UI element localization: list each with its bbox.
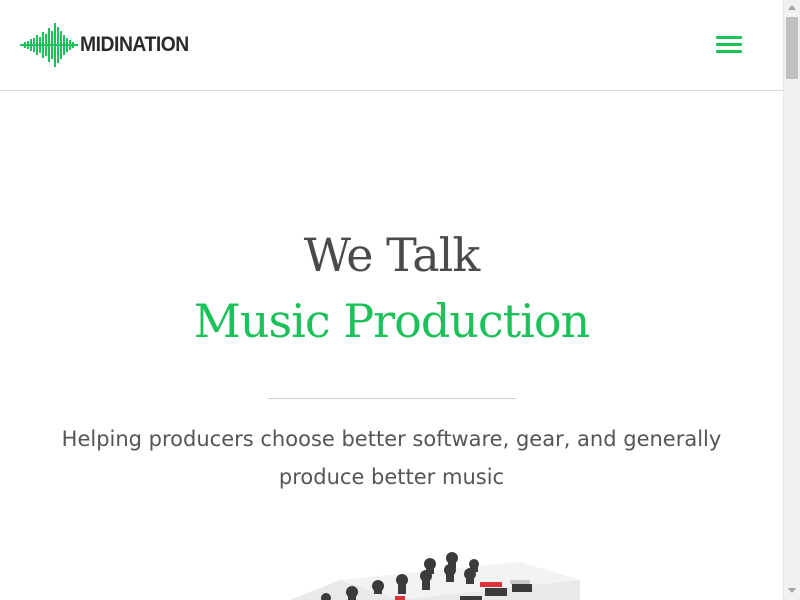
- scroll-up-arrow-icon[interactable]: [788, 5, 796, 10]
- scrollbar-thumb[interactable]: [786, 17, 798, 79]
- hero-title-line-2: Music Production: [193, 294, 590, 348]
- vertical-scrollbar[interactable]: [783, 0, 800, 600]
- menu-bar-line: [716, 36, 742, 39]
- hero-title-line-1: We Talk: [303, 228, 481, 282]
- site-header: MIDINATION: [0, 0, 783, 91]
- sound-wave-logo-icon: [20, 23, 78, 67]
- scroll-down-arrow-icon[interactable]: [788, 588, 796, 593]
- menu-bar-line: [716, 43, 742, 46]
- page: MIDINATION We Talk Music Production Help…: [0, 0, 783, 600]
- logo-text: MIDINATION: [80, 33, 189, 56]
- midi-controller-image: [290, 552, 580, 600]
- site-logo[interactable]: MIDINATION: [20, 22, 198, 68]
- hamburger-menu-button[interactable]: [712, 30, 746, 58]
- hero-divider: [268, 398, 516, 399]
- hero-tagline: Helping producers choose better software…: [61, 427, 722, 489]
- menu-bar-line: [716, 50, 742, 53]
